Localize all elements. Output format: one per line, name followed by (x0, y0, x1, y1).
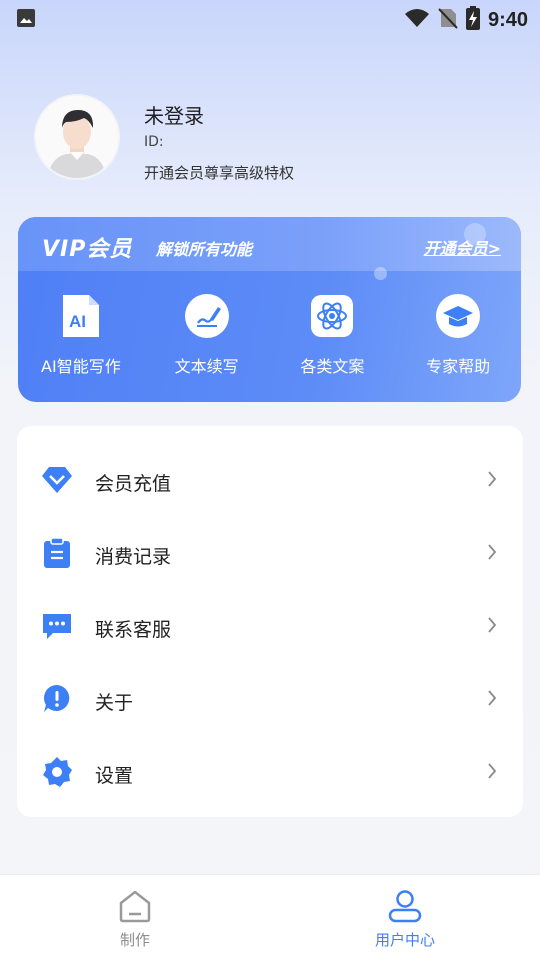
vip-hint-text: 开通会员尊享高级特权 (144, 164, 295, 182)
diamond-icon (41, 464, 73, 496)
menu-item-about[interactable]: 关于 (17, 669, 523, 729)
chevron-right-icon (487, 470, 497, 492)
chevron-right-icon (487, 762, 497, 784)
svg-text:AI: AI (69, 312, 86, 331)
vip-features: AI AI智能写作 文本续写 各类文案 专家帮助 (18, 293, 521, 393)
chevron-right-icon (487, 543, 497, 565)
chevron-right-icon (487, 616, 497, 638)
menu-item-label: 联系客服 (95, 619, 172, 641)
feature-label: 各类文案 (300, 357, 365, 376)
feature-expert-help[interactable]: 专家帮助 (395, 293, 521, 393)
pen-write-icon (184, 293, 230, 339)
chevron-right-icon (487, 689, 497, 711)
ai-document-icon: AI (58, 293, 104, 339)
menu-item-label: 设置 (95, 765, 134, 787)
graduation-cap-icon (435, 293, 481, 339)
clipboard-icon (41, 537, 73, 569)
feature-ai-writing[interactable]: AI AI智能写作 (18, 293, 144, 393)
bottom-tab-bar: 制作 用户中心 (0, 874, 540, 960)
vip-card[interactable]: VIP会员 解锁所有功能 开通会员> AI AI智能写作 文本续写 各类文案 专… (18, 217, 521, 402)
menu-card: 会员充值 消费记录 联系客服 关于 设置 (17, 426, 523, 817)
status-bar: 9:40 (0, 0, 540, 36)
feature-copywriting[interactable]: 各类文案 (270, 293, 396, 393)
open-vip-link[interactable]: 开通会员> (424, 235, 501, 259)
no-sim-icon (438, 7, 458, 33)
vip-title: VIP会员 (42, 237, 133, 262)
profile-section[interactable]: 未登录 ID: 开通会员尊享高级特权 (36, 96, 516, 186)
gear-icon (41, 756, 73, 788)
feature-label: 文本续写 (174, 357, 239, 376)
vip-subtitle: 解锁所有功能 (156, 240, 253, 259)
menu-item-label: 关于 (95, 692, 134, 714)
avatar[interactable] (36, 96, 118, 178)
gallery-notification-icon (16, 8, 36, 32)
feature-label: AI智能写作 (41, 357, 121, 376)
feature-label: 专家帮助 (426, 357, 491, 376)
user-id: ID: (144, 134, 164, 150)
atom-icon (309, 293, 355, 339)
tab-user-center[interactable]: 用户中心 (270, 875, 540, 960)
menu-item-settings[interactable]: 设置 (17, 742, 523, 802)
home-icon (117, 889, 153, 927)
feature-text-continue[interactable]: 文本续写 (144, 293, 270, 393)
username: 未登录 (144, 104, 204, 128)
tab-label: 用户中心 (374, 931, 435, 949)
menu-item-contact-support[interactable]: 联系客服 (17, 596, 523, 656)
menu-item-label: 会员充值 (95, 473, 172, 495)
chat-icon (41, 610, 73, 642)
battery-charging-icon (465, 6, 480, 34)
decor-dot (374, 267, 387, 280)
tab-label: 制作 (119, 931, 150, 949)
menu-item-consumption-records[interactable]: 消费记录 (17, 523, 523, 583)
menu-item-vip-recharge[interactable]: 会员充值 (17, 450, 523, 510)
status-time: 9:40 (487, 8, 528, 31)
tab-make[interactable]: 制作 (0, 875, 270, 960)
wifi-icon (404, 8, 430, 32)
user-icon (387, 889, 423, 927)
menu-item-label: 消费记录 (95, 546, 172, 568)
info-bubble-icon (41, 683, 73, 715)
